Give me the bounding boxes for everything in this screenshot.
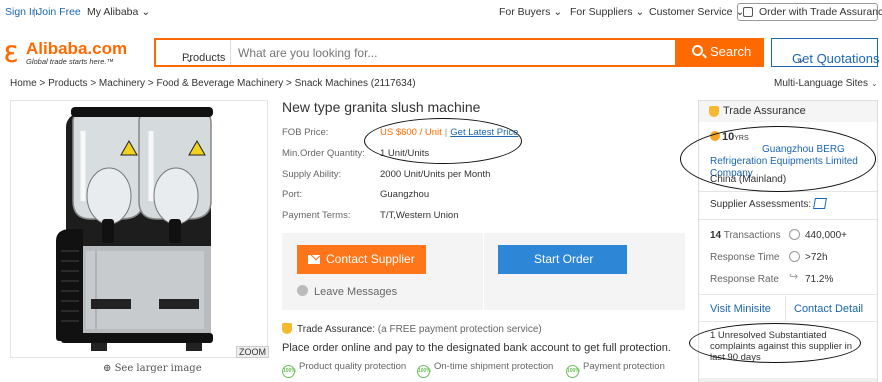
- chevron-down-icon: ⌄: [795, 51, 806, 66]
- divider: [699, 294, 877, 295]
- supply-ability-value: 2000 Unit/Units per Month: [380, 169, 491, 180]
- top-bar: Sign In | Join Free My Alibaba ⌄ For Buye…: [0, 0, 882, 24]
- for-suppliers-menu[interactable]: For Suppliers ⌄: [570, 6, 644, 18]
- vertical-divider: [785, 296, 786, 321]
- complaint-notice: 1 Unresolved Substantiated complaints ag…: [710, 330, 853, 363]
- on-time-shipment-protection: 100% On-time shipment protection: [417, 361, 553, 378]
- my-alibaba-menu[interactable]: My Alibaba ⌄: [87, 6, 150, 18]
- alibaba-logo[interactable]: ℇ Alibaba.com Global trade starts here.™: [4, 39, 144, 67]
- contact-supplier-button[interactable]: Contact Supplier: [297, 245, 426, 274]
- breadcrumb[interactable]: Home > Products > Machinery > Food & Bev…: [10, 78, 416, 89]
- zoom-in-icon: ⊕: [103, 363, 115, 374]
- reply-arrow-icon: ↪: [789, 271, 799, 283]
- port-label: Port:: [282, 189, 303, 200]
- product-quality-protection: 100% Product quality protection: [282, 361, 406, 378]
- for-buyers-menu[interactable]: For Buyers ⌄: [499, 6, 562, 18]
- trade-assurance-line: Trade Assurance: (a FREE payment protect…: [282, 323, 542, 335]
- search-input[interactable]: [234, 40, 674, 65]
- dollar-icon: [789, 229, 800, 240]
- chevron-down-icon: ⌄: [553, 6, 563, 18]
- response-rate-value: 71.2%: [805, 274, 834, 285]
- response-time-value: >72h: [805, 252, 828, 263]
- protection-badge-icon: 100%: [566, 365, 580, 378]
- gold-supplier-icon: [710, 131, 720, 141]
- customer-service-menu[interactable]: Customer Service ⌄: [649, 6, 744, 18]
- supply-ability-label: Supply Ability:: [282, 169, 342, 180]
- action-divider: [483, 233, 484, 310]
- card-bottom-strip: [699, 378, 877, 382]
- transactions-label: 14 Transactions: [710, 230, 781, 241]
- moq-value: 1 Unit/Units: [380, 148, 430, 159]
- clock-icon: [297, 285, 308, 296]
- get-latest-price-link[interactable]: Get Latest Price: [450, 127, 518, 138]
- port-value: Guangzhou: [380, 189, 430, 200]
- shield-icon: [709, 106, 719, 117]
- supplier-card-header: Trade Assurance: [699, 101, 877, 122]
- assessment-icon: [813, 198, 828, 209]
- payment-protection: 100% Payment protection: [566, 361, 665, 378]
- divider: [699, 191, 877, 192]
- clock-icon: [789, 251, 800, 262]
- fob-price-label: FOB Price:: [282, 127, 329, 138]
- start-order-button[interactable]: Start Order: [498, 245, 627, 274]
- multi-language-menu[interactable]: Multi-Language Sites ⌄: [774, 78, 878, 89]
- leave-messages-link[interactable]: Leave Messages: [297, 285, 397, 298]
- zoom-badge[interactable]: ZOOM: [236, 346, 269, 358]
- payment-terms-label: Payment Terms:: [282, 210, 351, 221]
- chevron-down-icon: ⌄: [870, 79, 878, 88]
- chevron-down-icon: ⌄: [185, 53, 195, 65]
- contact-detail-link[interactable]: Contact Detail: [794, 303, 863, 315]
- search-button[interactable]: Search: [675, 38, 764, 67]
- join-free-link[interactable]: Join Free: [37, 6, 81, 18]
- protection-badge-icon: 100%: [282, 365, 296, 378]
- search-bar: Products⌄ Search: [154, 38, 764, 67]
- response-time-label: Response Time: [710, 252, 780, 263]
- product-title: New type granita slush machine: [282, 99, 481, 115]
- supplier-assessments[interactable]: Supplier Assessments:: [710, 198, 828, 210]
- shield-icon: [282, 323, 292, 334]
- supplier-country: China (Mainland): [710, 174, 787, 185]
- protection-badge-icon: 100%: [417, 365, 431, 378]
- topbar-separator: |: [33, 6, 36, 18]
- envelope-icon: [308, 255, 320, 264]
- divider: [699, 219, 877, 220]
- get-quotations-button[interactable]: Get Quotations ⌄: [771, 38, 879, 67]
- search-category-select[interactable]: Products ⌄: [156, 40, 231, 65]
- search-icon: [692, 45, 703, 56]
- years-badge: 10YRS: [710, 131, 749, 143]
- order-trade-assurance-button[interactable]: Order with Trade Assurance: [737, 3, 882, 21]
- divider: [699, 321, 877, 322]
- logo-mark-icon: ℇ: [4, 42, 18, 67]
- complaint-notice-container: 1 Unresolved Substantiated complaints ag…: [699, 327, 877, 363]
- moq-label: Min.Order Quantity:: [282, 148, 365, 159]
- product-image[interactable]: [10, 100, 268, 358]
- chevron-down-icon: ⌄: [635, 6, 645, 18]
- payment-protection-text: Place order online and pay to the design…: [282, 342, 671, 354]
- slush-machine-illustration: [56, 107, 213, 351]
- response-rate-label: Response Rate: [710, 274, 779, 285]
- visit-minisite-link[interactable]: Visit Minisite: [710, 303, 771, 315]
- clipboard-icon: [743, 7, 753, 17]
- payment-terms-value: T/T,Western Union: [380, 210, 459, 221]
- chevron-down-icon: ⌄: [141, 6, 151, 18]
- see-larger-link[interactable]: ⊕ See larger image: [103, 363, 202, 374]
- transactions-value: 440,000+: [805, 230, 847, 241]
- fob-price-value: US $600 / Unit | Get Latest Price: [380, 127, 519, 138]
